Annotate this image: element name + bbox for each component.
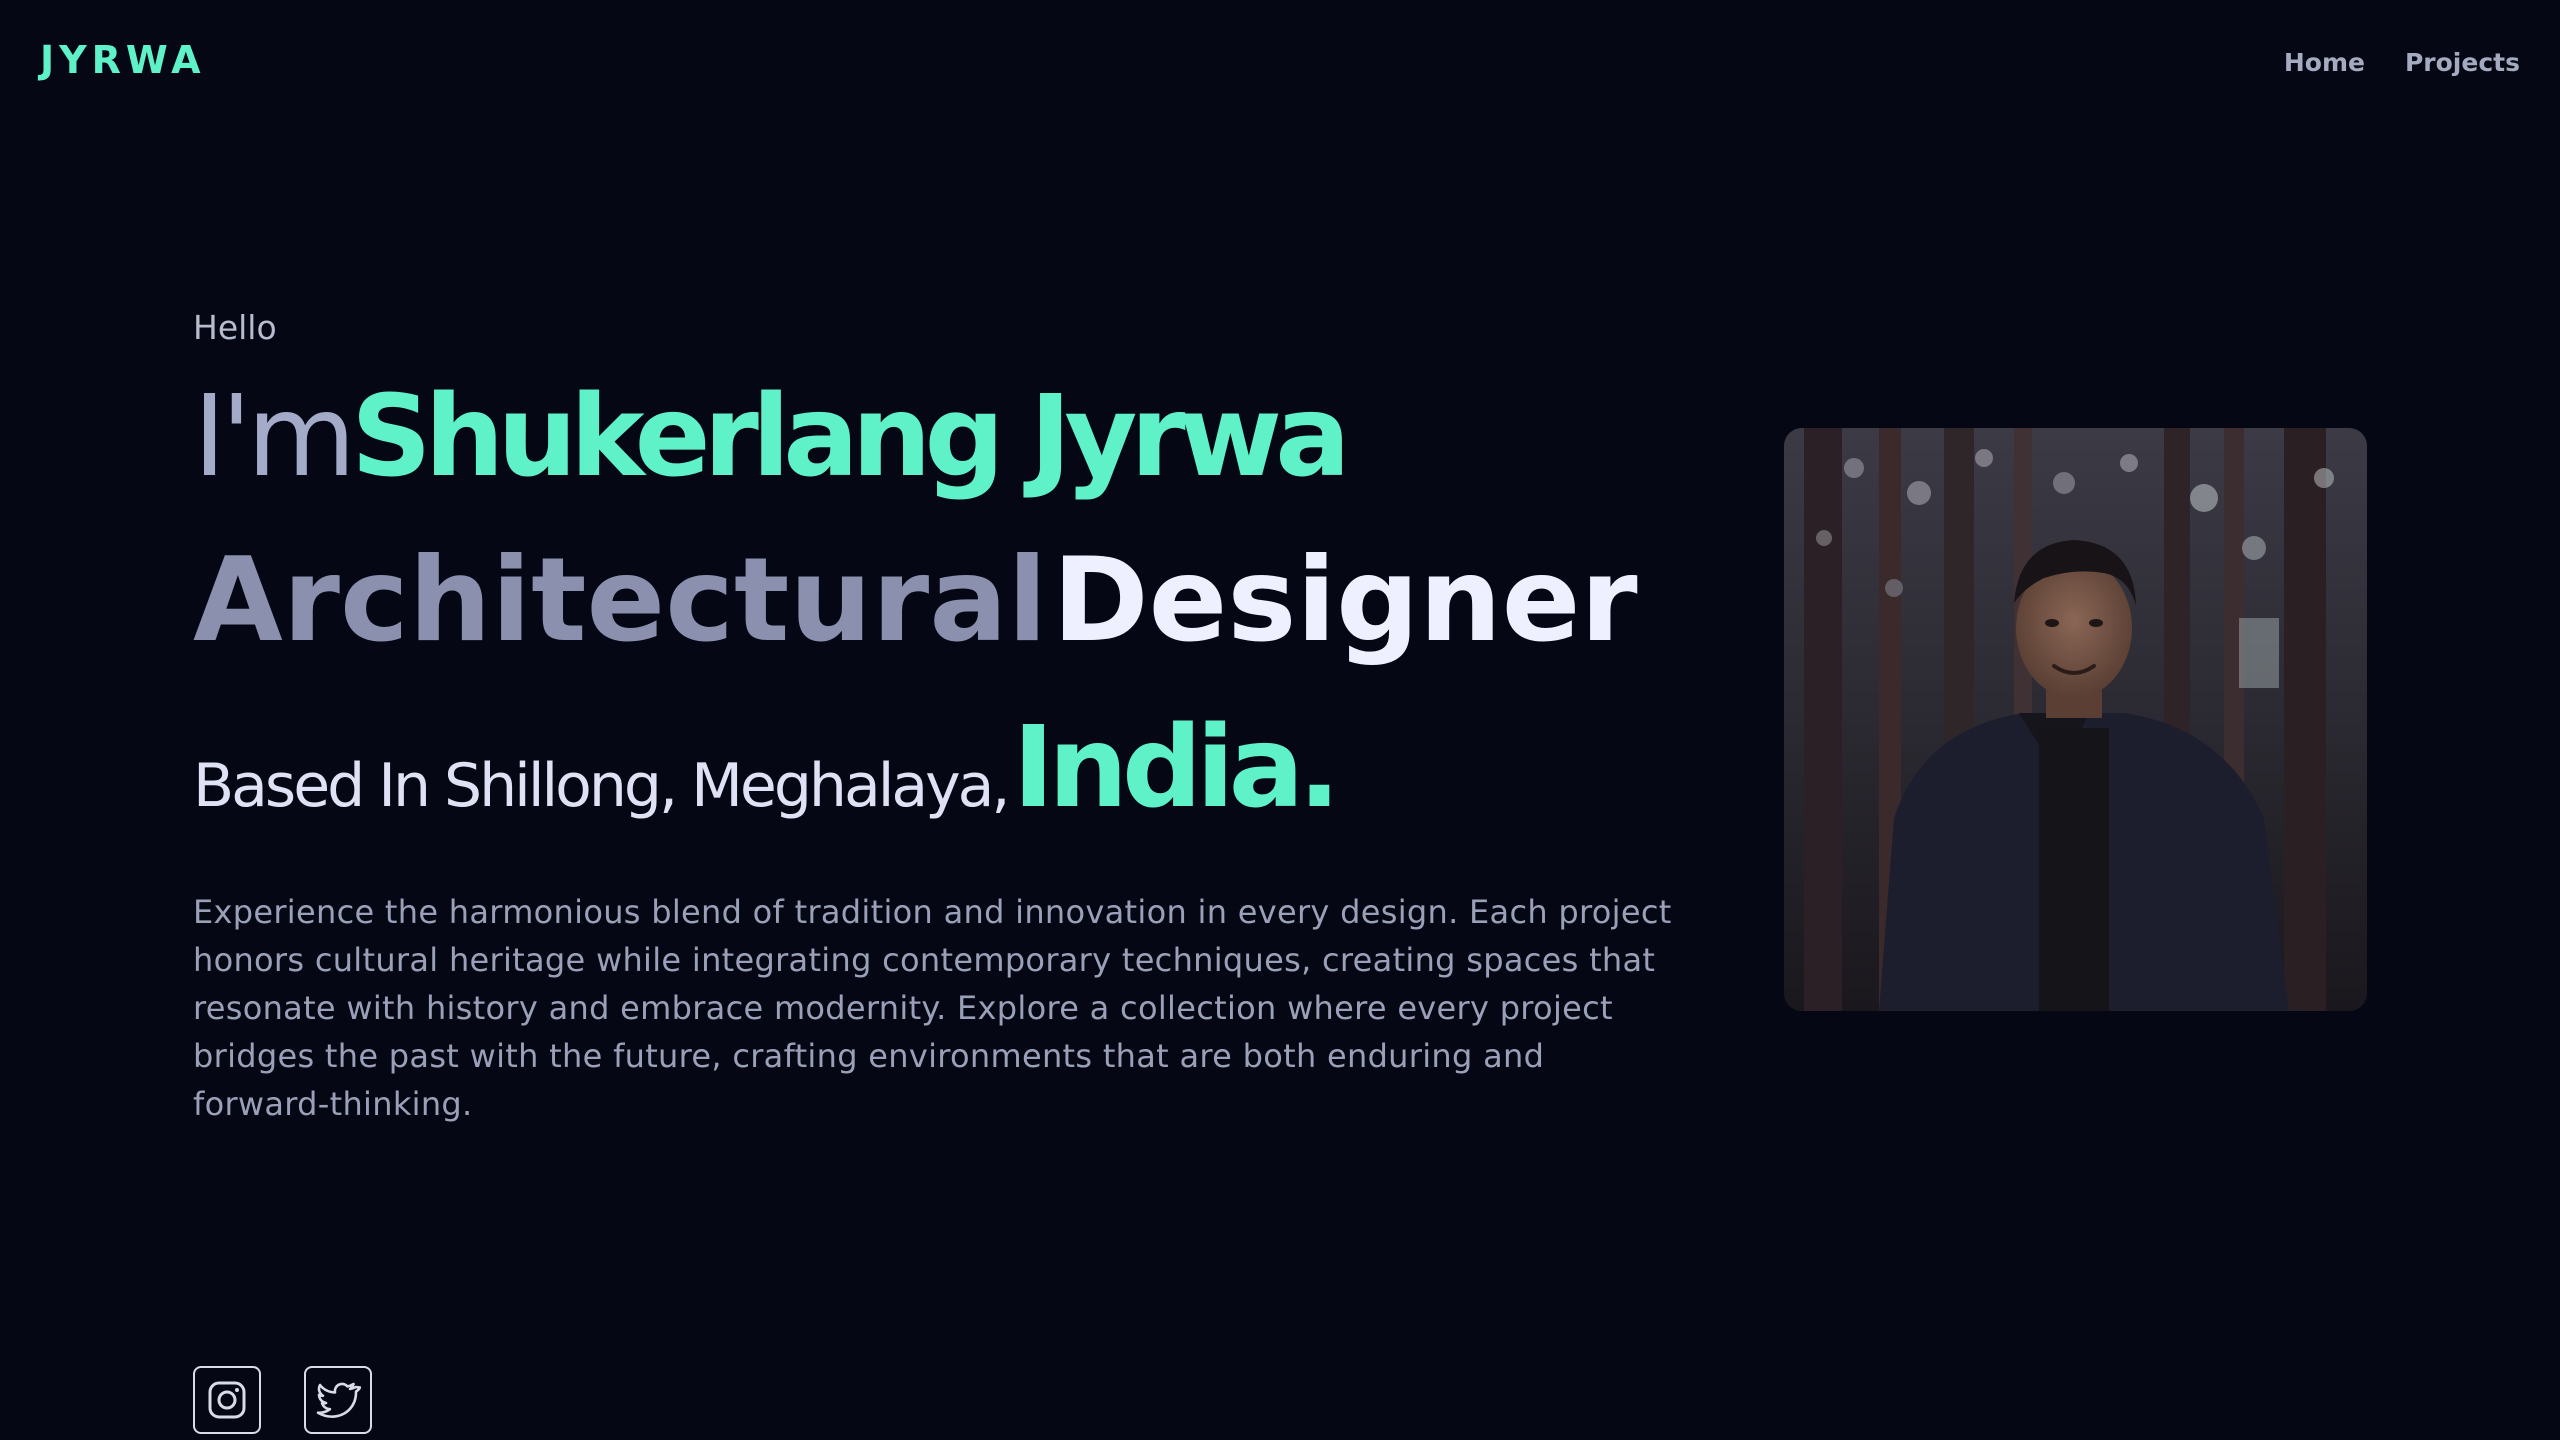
nav-home-link[interactable]: Home [2284,48,2365,77]
hero-location: Based In Shillong, Meghalaya, [193,751,1010,821]
hero-role-architectural: Architectural [193,533,1048,668]
profile-photo [1784,428,2367,1011]
hero-country: India. [1012,703,1341,833]
hero-name: Shukerlang Jyrwa [351,372,1351,502]
top-nav: Home Projects [2284,48,2520,77]
instagram-button[interactable] [193,1366,261,1434]
hero-role-designer: Designer [1052,533,1638,668]
hero-im: I'm [193,372,356,502]
hero-greeting: Hello [193,308,277,347]
profile-photo-illustration [1784,428,2367,1011]
hero-description: Experience the harmonious blend of tradi… [193,893,1672,1123]
instagram-icon [205,1378,249,1422]
hero-role-heading: Architectural Designer [193,533,1638,668]
twitter-icon [315,1378,361,1422]
hero-name-heading: I'm Shukerlang Jyrwa [193,372,1351,502]
brand-logo[interactable]: JYRWA [40,38,206,82]
page-root: JYRWA Home Projects Hello I'm Shukerlang… [0,0,2560,1440]
twitter-button[interactable] [304,1366,372,1434]
nav-projects-link[interactable]: Projects [2405,48,2520,77]
hero-location-heading: Based In Shillong, Meghalaya, India. [193,703,1341,833]
